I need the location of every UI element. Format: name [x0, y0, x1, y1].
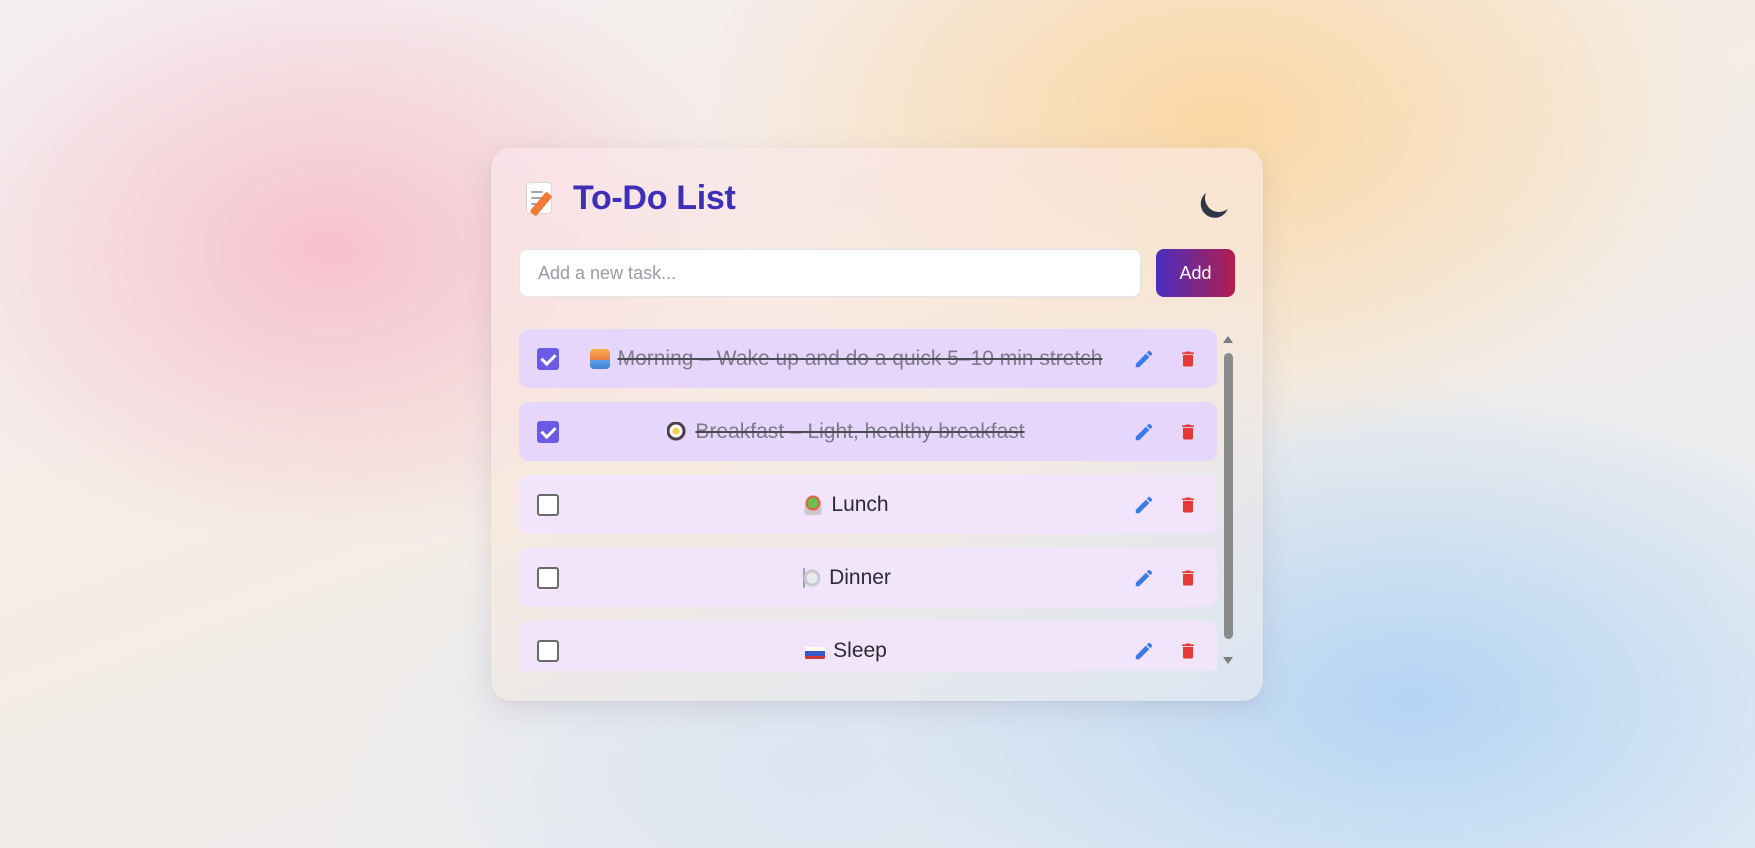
- trash-icon: [1182, 570, 1194, 585]
- task-actions: [1133, 639, 1199, 663]
- task-checkbox[interactable]: [537, 420, 559, 443]
- add-task-button[interactable]: Add: [1156, 249, 1235, 297]
- pencil-icon: [1135, 569, 1153, 586]
- task-content: Dinner: [571, 566, 1121, 590]
- delete-button[interactable]: [1177, 347, 1199, 371]
- task-text: Sleep: [833, 638, 887, 662]
- pencil-icon: [1135, 350, 1153, 367]
- task-content: Morning – Wake up and do a quick 5–10 mi…: [571, 347, 1121, 371]
- task-content: Lunch: [571, 493, 1121, 517]
- task-text: Breakfast – Light, healthy breakfast: [695, 419, 1025, 443]
- sunrise-icon: [589, 348, 610, 369]
- scroll-down-arrow-icon[interactable]: [1223, 657, 1233, 664]
- new-task-input[interactable]: [519, 249, 1141, 297]
- moon-icon: [1201, 180, 1237, 216]
- delete-button[interactable]: [1177, 420, 1199, 444]
- header: To-Do List: [525, 176, 1235, 220]
- trash-icon: [1182, 497, 1194, 512]
- delete-button[interactable]: [1177, 566, 1199, 590]
- task-content: Sleep: [571, 639, 1121, 663]
- delete-button[interactable]: [1177, 493, 1199, 517]
- task-item: Dinner: [519, 548, 1217, 607]
- task-checkbox[interactable]: [537, 493, 559, 516]
- task-list-scrollbar[interactable]: [1221, 329, 1235, 671]
- task-checkbox[interactable]: [537, 347, 559, 370]
- pencil-icon: [1135, 642, 1153, 659]
- task-checkbox[interactable]: [537, 566, 559, 589]
- edit-button[interactable]: [1133, 566, 1155, 590]
- scroll-up-arrow-icon[interactable]: [1223, 336, 1233, 343]
- trash-icon: [1182, 643, 1194, 658]
- trash-icon: [1182, 351, 1194, 366]
- edit-button[interactable]: [1133, 420, 1155, 444]
- scrollbar-thumb[interactable]: [1224, 353, 1233, 639]
- edit-button[interactable]: [1133, 639, 1155, 663]
- task-actions: [1133, 566, 1199, 590]
- edit-button[interactable]: [1133, 347, 1155, 371]
- task-item: Breakfast – Light, healthy breakfast: [519, 402, 1217, 461]
- add-task-row: Add: [519, 249, 1235, 297]
- task-item: Sleep: [519, 621, 1217, 671]
- delete-button[interactable]: [1177, 639, 1199, 663]
- task-item: Lunch: [519, 475, 1217, 534]
- task-text: Lunch: [831, 492, 889, 516]
- bed-icon: [805, 640, 826, 661]
- task-list: Morning – Wake up and do a quick 5–10 mi…: [519, 329, 1217, 671]
- task-text: Dinner: [829, 565, 891, 589]
- task-item: Morning – Wake up and do a quick 5–10 mi…: [519, 329, 1217, 388]
- task-content: Breakfast – Light, healthy breakfast: [571, 420, 1121, 444]
- task-text: Morning – Wake up and do a quick 5–10 mi…: [617, 346, 1103, 370]
- page-title: To-Do List: [573, 178, 736, 217]
- todo-card: To-Do List Add Morning – Wake up and do …: [491, 148, 1263, 701]
- theme-toggle-button[interactable]: [1201, 181, 1235, 215]
- task-list-container[interactable]: Morning – Wake up and do a quick 5–10 mi…: [519, 329, 1235, 671]
- pencil-icon: [1135, 423, 1153, 440]
- task-actions: [1133, 347, 1199, 371]
- task-actions: [1133, 493, 1199, 517]
- task-actions: [1133, 420, 1199, 444]
- green-salad-icon: [803, 494, 824, 515]
- task-checkbox[interactable]: [537, 639, 559, 662]
- memo-icon: [525, 181, 557, 217]
- pencil-icon: [1135, 496, 1153, 513]
- fork-knife-plate-icon: [801, 567, 822, 588]
- trash-icon: [1182, 424, 1194, 439]
- frying-pan-egg-icon: [667, 421, 688, 442]
- edit-button[interactable]: [1133, 493, 1155, 517]
